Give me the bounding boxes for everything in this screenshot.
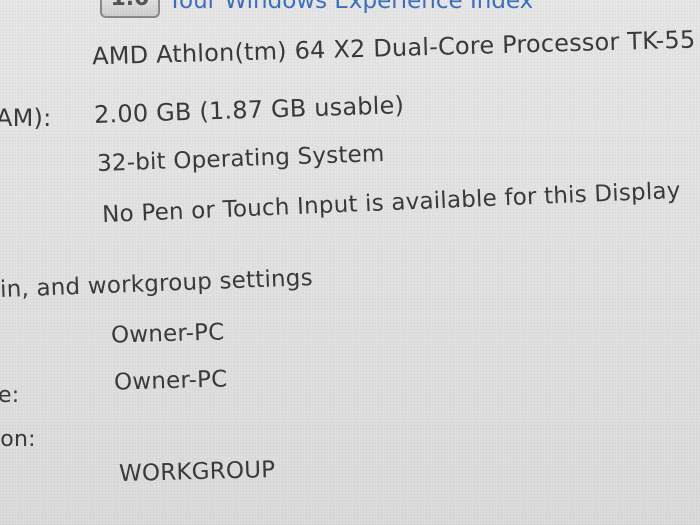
system-type-value: 32-bit Operating System bbox=[96, 140, 385, 178]
system-properties-screen: 1.0 Your Windows Experience Index AMD At… bbox=[0, 0, 700, 525]
settings-section-header: in, and workgroup settings bbox=[0, 265, 314, 303]
full-name-value: Owner-PC bbox=[113, 366, 228, 396]
experience-score-badge[interactable]: 1.0 bbox=[100, 0, 160, 18]
processor-value: AMD Athlon(tm) 64 X2 Dual-Core Processor… bbox=[91, 25, 696, 71]
computer-name-value: Owner-PC bbox=[110, 319, 225, 349]
description-label: ion: bbox=[0, 427, 36, 452]
pen-touch-value: No Pen or Touch Input is available for t… bbox=[101, 177, 682, 229]
full-name-label: e: bbox=[0, 383, 20, 408]
ram-label: AM): bbox=[0, 104, 52, 132]
ram-value: 2.00 GB (1.87 GB usable) bbox=[93, 91, 405, 129]
workgroup-value: WORKGROUP bbox=[118, 456, 276, 488]
experience-index-link[interactable]: Your Windows Experience Index bbox=[168, 0, 533, 14]
